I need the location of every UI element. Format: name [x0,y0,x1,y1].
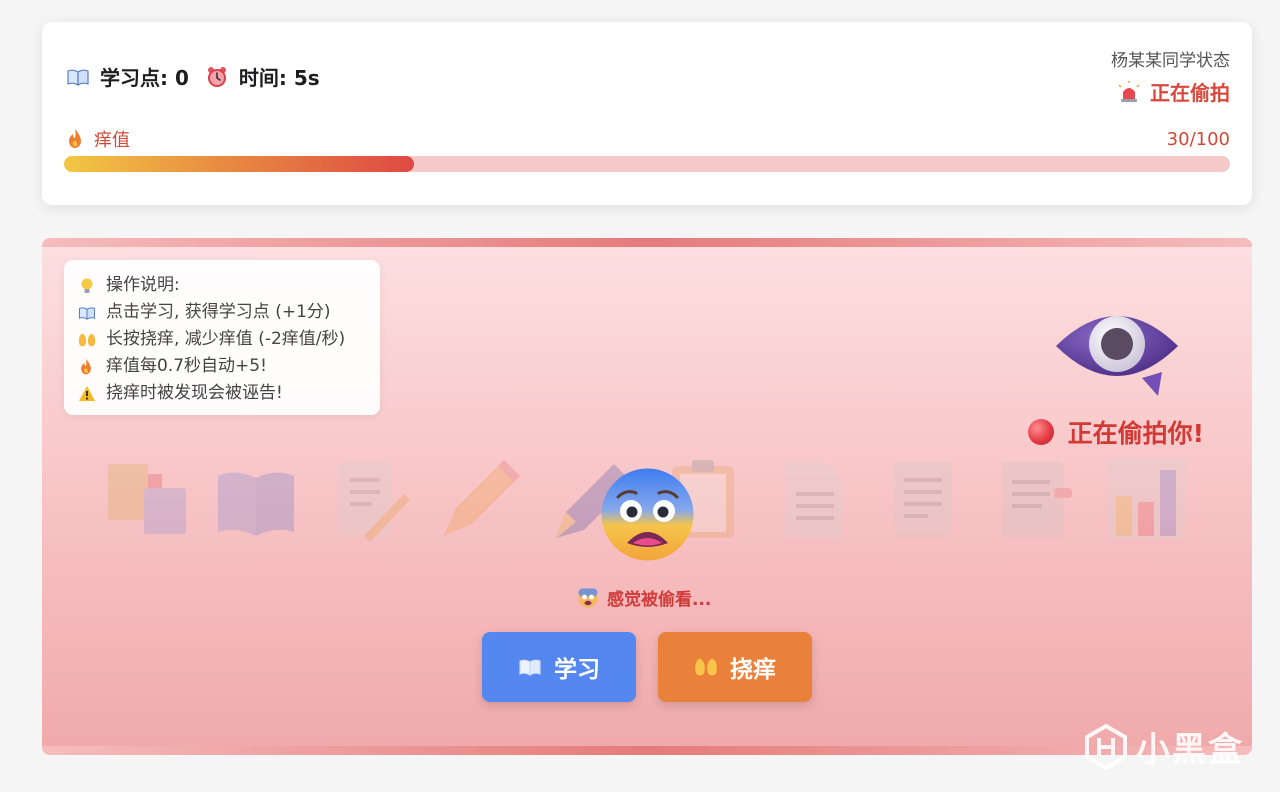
scratch-button[interactable]: 挠痒 [658,632,812,702]
target-state: 正在偷拍 [1111,77,1230,106]
bar-chart-icon [1108,458,1186,540]
itch-value: 30/100 [1166,128,1230,150]
scared-face-small-icon [578,588,598,608]
fire-icon [66,128,84,150]
instruction-item: 挠痒时被发现会被诬告! [78,380,366,407]
target-name: 杨某某同学状态 [1111,51,1230,71]
page-icon [786,462,844,538]
itch-progress-bar [64,156,1230,172]
instruction-item: 长按挠痒, 减少痒值 (-2痒值/秒) [78,326,366,353]
game-time: 时间: 5s [205,62,320,91]
open-book-icon [518,655,542,679]
game-area[interactable]: 操作说明: 点击学习, 获得学习点 (+1分) 长按挠痒, 减少痒值 (-2痒值… [42,238,1252,755]
feeling-text: 感觉被偷看... [578,585,711,610]
target-state-label: 正在偷拍 [1150,81,1230,105]
instructions-title: 操作说明: [78,272,366,299]
game-time-label: 时间: 5s [238,66,320,90]
itch-label-text: 痒值 [94,130,130,151]
study-points-label: 学习点: 0 [100,66,189,90]
instructions-panel: 操作说明: 点击学习, 获得学习点 (+1分) 长按挠痒, 减少痒值 (-2痒值… [64,260,380,415]
recording-dot-icon [1027,419,1054,445]
itch-progress-fill [64,156,414,172]
heybox-logo-icon [1085,723,1127,770]
fire-icon [78,358,96,376]
open-book-icon [66,65,90,89]
siren-icon [1118,80,1140,103]
warning-icon [78,385,96,403]
raised-hands-icon [694,655,718,679]
document-pencil-icon [338,462,410,542]
stats-row: 学习点: 0 时间: 5s [66,62,336,91]
instruction-item: 点击学习, 获得学习点 (+1分) [78,299,366,326]
itch-row: 痒值 30/100 [66,126,1230,152]
books-stack-icon [108,464,186,534]
scared-face-icon [600,467,695,562]
watcher-label: 正在偷拍你! [1027,414,1204,450]
scroll-page-icon [894,462,952,538]
open-book-icon [78,304,96,322]
raised-hands-icon [78,331,96,349]
study-points: 学习点: 0 [66,62,189,91]
target-status: 杨某某同学状态 正在偷拍 [1111,46,1230,106]
open-book-faded-icon [218,472,294,536]
pencil-icon [444,460,520,536]
eye-icon [1054,300,1180,400]
watermark: 小黑盒 [1084,722,1244,771]
study-button[interactable]: 学习 [482,632,636,702]
notebook-icon [1002,462,1072,538]
instruction-item: 痒值每0.7秒自动+5! [78,353,366,380]
light-bulb-icon [78,277,96,295]
status-card: 学习点: 0 时间: 5s 杨某某同学状态 正在偷拍 痒值 30/100 [42,22,1252,205]
itch-label: 痒值 [66,126,130,152]
alarm-clock-icon [205,65,229,89]
